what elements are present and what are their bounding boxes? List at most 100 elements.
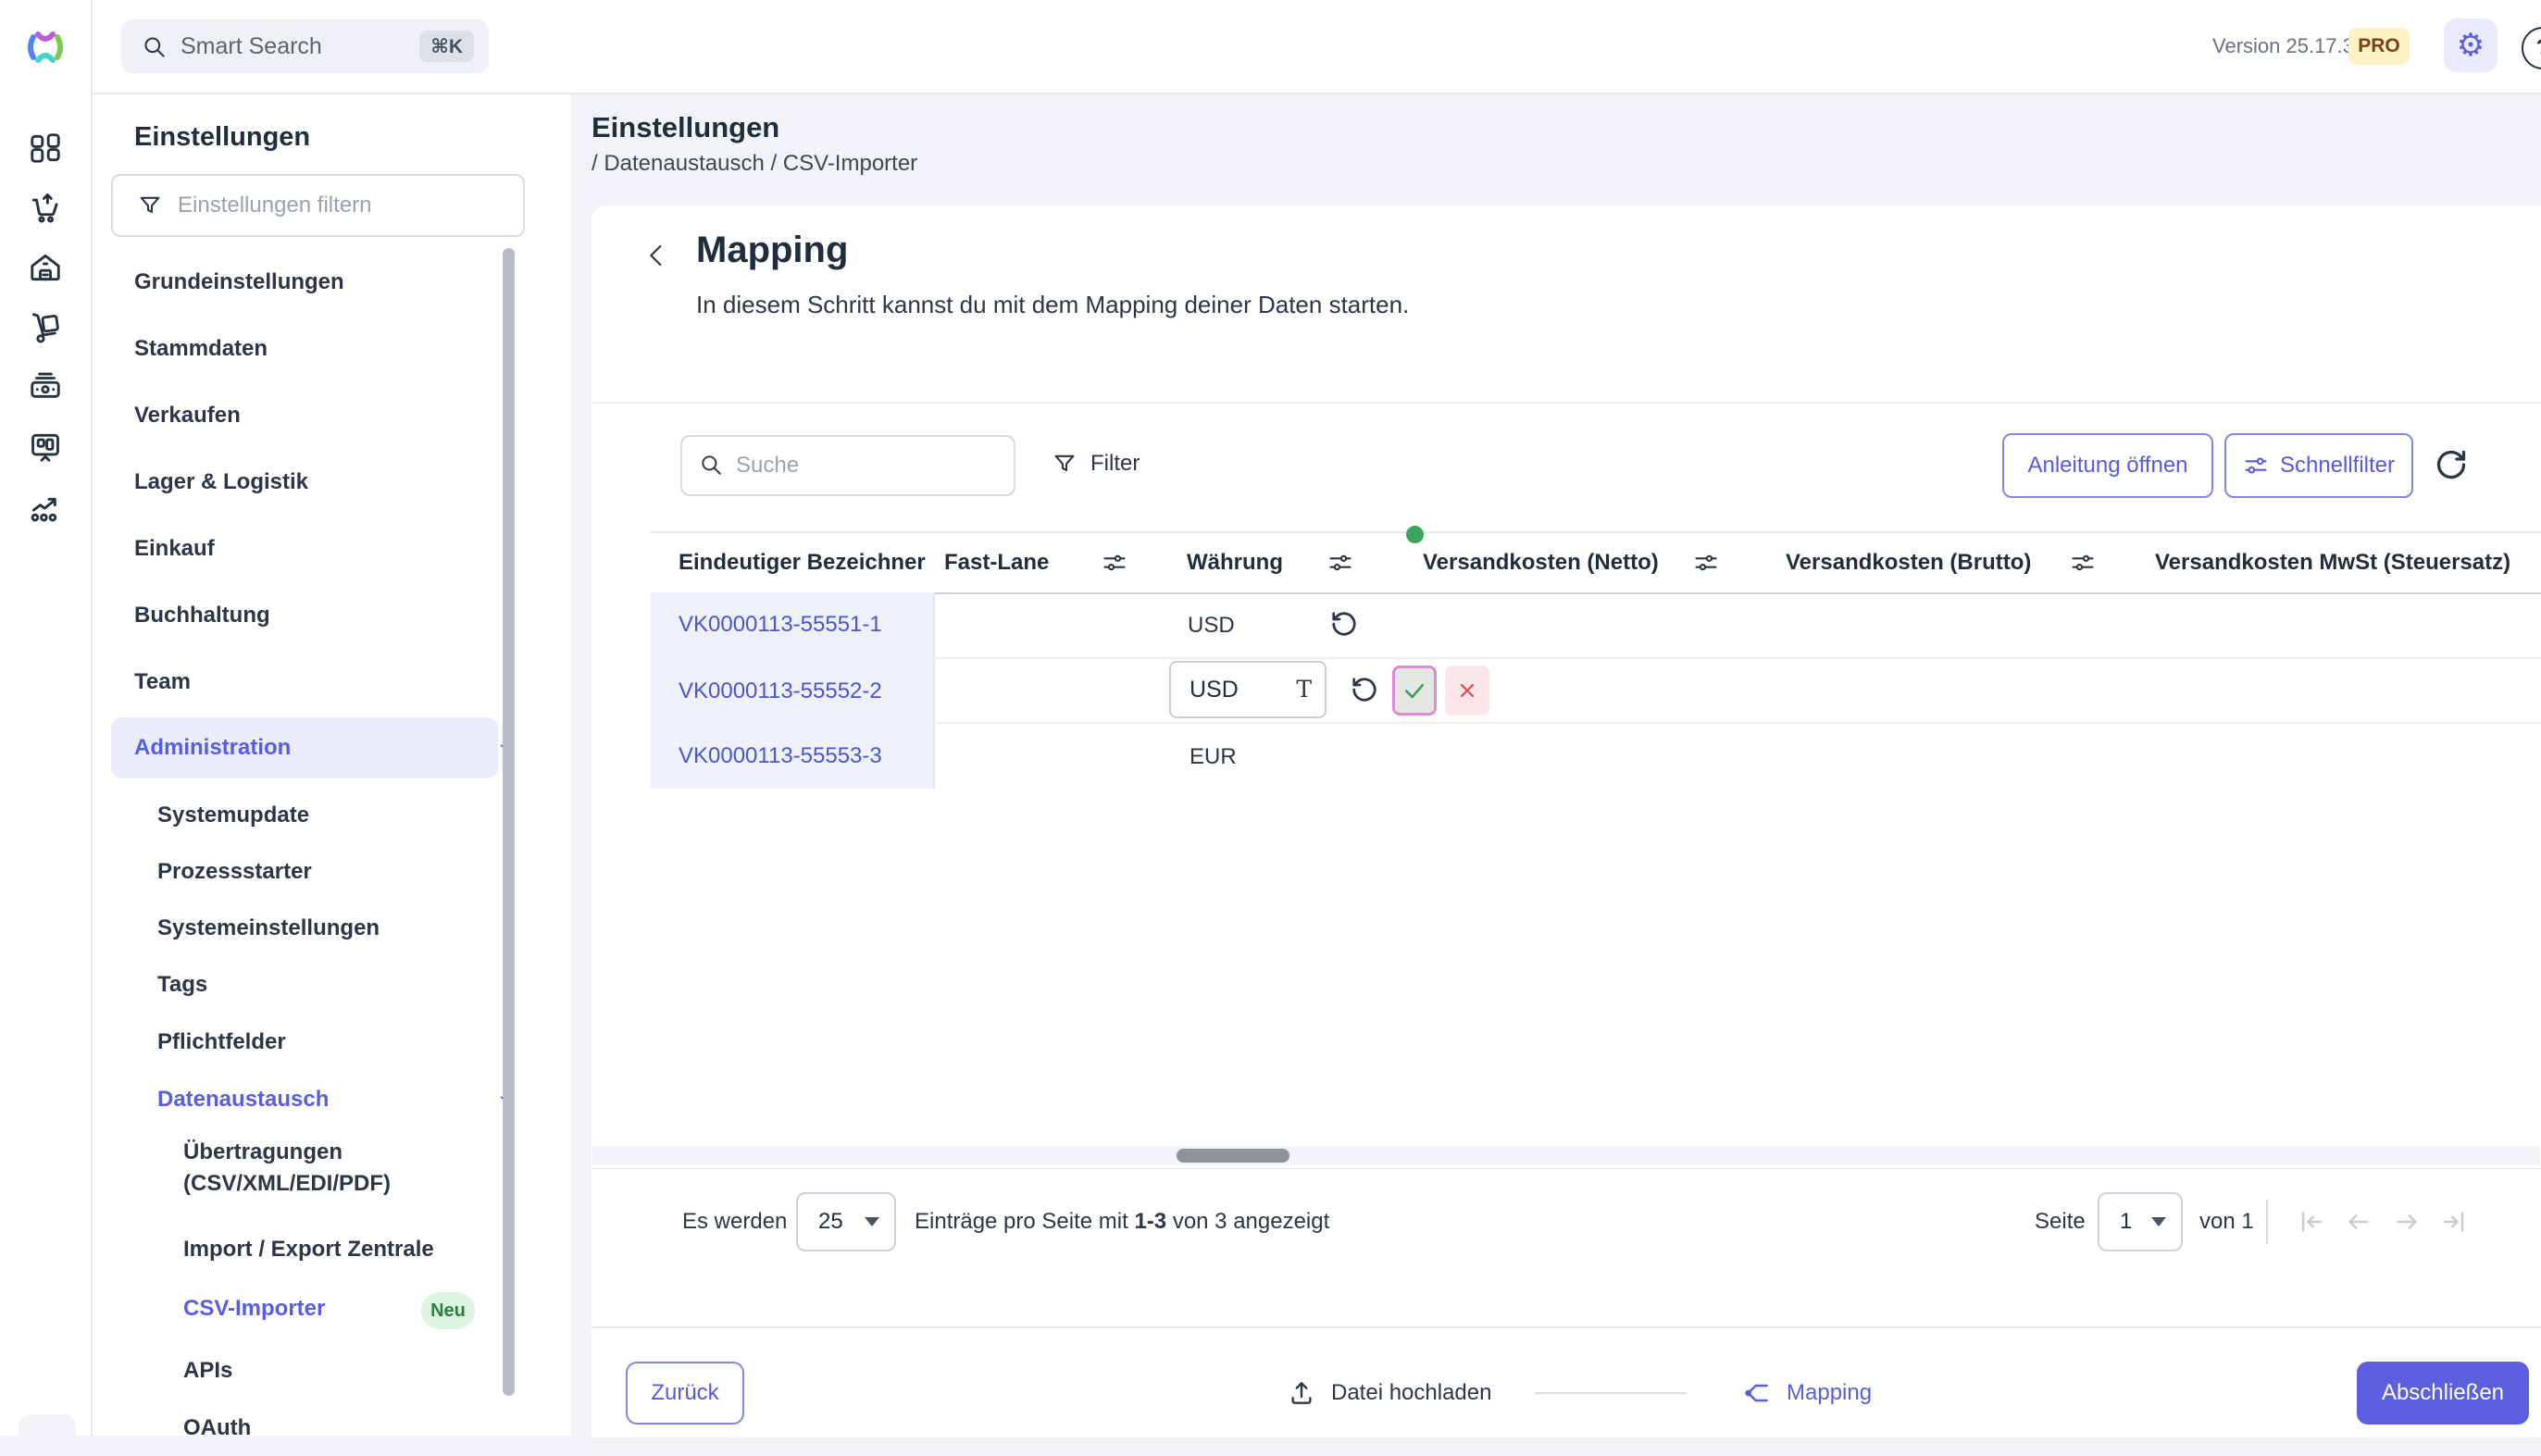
settings-gear-button[interactable]: ⚙ — [2444, 19, 2497, 72]
sidebar-item-team[interactable]: Team — [134, 654, 560, 710]
topbar: ⌘K Version 25.17.3 PRO ⚙ ? — [0, 0, 2541, 94]
currency-edit-field[interactable]: T — [1169, 661, 1327, 718]
page-title: Einstellungen — [592, 111, 779, 144]
column-header-shipping-vat[interactable]: Versandkosten MwSt (Steuersatz) — [2155, 533, 2510, 592]
version-label: Version 25.17.3 — [2212, 0, 2354, 93]
quickfilter-button[interactable]: Schnellfilter — [2224, 433, 2413, 498]
horizontal-scrollbar-thumb[interactable] — [1177, 1149, 1289, 1163]
horizontal-scrollbar[interactable] — [592, 1146, 2540, 1164]
sidebar-item-administration[interactable]: Administration — [134, 720, 560, 776]
finish-button[interactable]: Abschließen — [2357, 1362, 2529, 1425]
question-icon: ? — [2536, 35, 2541, 61]
sidebar-item-einkauf[interactable]: Einkauf — [134, 521, 560, 577]
back-step-button[interactable]: Zurück — [626, 1362, 744, 1425]
open-guide-button[interactable]: Anleitung öffnen — [2002, 433, 2213, 498]
column-settings-icon[interactable] — [1693, 550, 1719, 576]
sidebar-filter-input[interactable] — [176, 192, 485, 219]
sidebar-item-datenaustausch[interactable]: Datenaustausch — [157, 1072, 583, 1127]
step-mapping[interactable]: Mapping — [1742, 1362, 1872, 1425]
global-search[interactable]: ⌘K — [121, 19, 489, 73]
divider — [2266, 1200, 2268, 1244]
divider — [592, 1168, 2541, 1169]
sidebar-filter[interactable] — [111, 174, 525, 237]
sidebar-item-pflichtfelder[interactable]: Pflichtfelder — [157, 1014, 583, 1070]
currency-value: EUR — [1190, 744, 1237, 770]
table-search[interactable] — [680, 435, 1015, 496]
back-button[interactable] — [642, 241, 672, 270]
sidebar-item-uebertragungen[interactable]: Übertragungen (CSV/XML/EDI/PDF) — [183, 1135, 517, 1200]
table-row-id-link[interactable]: VK0000113-55553-3 — [651, 724, 935, 789]
dashboard-icon[interactable] — [28, 131, 63, 166]
page-select[interactable]: 1 — [2098, 1192, 2183, 1251]
gear-icon: ⚙ — [2457, 27, 2485, 64]
caret-down-icon — [865, 1217, 879, 1226]
table-row-id-link[interactable]: VK0000113-55551-1 — [651, 592, 935, 657]
wizard-footer: Zurück Datei hochladen Mapping Abschließ… — [592, 1326, 2541, 1437]
divider — [592, 402, 2541, 404]
sidebar-item-prozessstarter[interactable]: Prozessstarter — [157, 844, 583, 900]
xentral-logo[interactable] — [24, 26, 67, 68]
column-header-shipping-gross[interactable]: Versandkosten (Brutto) — [1786, 533, 2031, 592]
step-title: Mapping — [696, 230, 848, 271]
page-label: Seite — [2035, 1192, 2086, 1251]
upload-icon — [1287, 1378, 1316, 1408]
column-settings-icon[interactable] — [2070, 550, 2096, 576]
next-page-icon[interactable] — [2392, 1207, 2422, 1237]
trend-up-icon[interactable] — [28, 490, 63, 525]
changes-indicator-dot — [1406, 526, 1424, 543]
search-icon — [142, 34, 167, 59]
kanban-board-icon[interactable] — [28, 429, 63, 465]
banknote-icon[interactable] — [28, 369, 63, 404]
step-upload[interactable]: Datei hochladen — [1287, 1362, 1491, 1425]
sidebar-item-grundeinstellungen[interactable]: Grundeinstellungen — [134, 255, 560, 310]
sidebar-item-stammdaten[interactable]: Stammdaten — [134, 321, 560, 377]
column-header-id[interactable]: Eindeutiger Bezeichner — [679, 533, 926, 592]
sidebar-item-systemupdate[interactable]: Systemupdate — [157, 788, 583, 843]
mapping-card: Mapping In diesem Schritt kannst du mit … — [592, 205, 2541, 1326]
sidebar-item-import-export[interactable]: Import / Export Zentrale — [183, 1222, 517, 1277]
global-search-input[interactable] — [179, 32, 395, 61]
search-icon — [699, 453, 723, 477]
handtruck-icon[interactable] — [28, 310, 63, 345]
sidebar-item-tags[interactable]: Tags — [157, 957, 583, 1013]
bottom-corner-widget[interactable] — [19, 1414, 76, 1451]
sidebar-title: Einstellungen — [134, 122, 310, 153]
currency-edit-input[interactable] — [1188, 676, 1284, 704]
column-header-fastlane[interactable]: Fast-Lane — [944, 533, 1049, 592]
warehouse-icon[interactable] — [28, 250, 63, 285]
sidebar-item-verkaufen[interactable]: Verkaufen — [134, 388, 560, 443]
column-settings-icon[interactable] — [1102, 550, 1127, 576]
sidebar-item-systemeinstellungen[interactable]: Systemeinstellungen — [157, 901, 583, 956]
prev-page-icon[interactable] — [2344, 1207, 2373, 1237]
column-header-currency[interactable]: Währung — [1187, 533, 1283, 592]
breadcrumb[interactable]: / Datenaustausch / CSV-Importer — [592, 151, 917, 177]
sidebar-item-lager-logistik[interactable]: Lager & Logistik — [134, 454, 560, 510]
page-size-select[interactable]: 25 — [796, 1192, 896, 1251]
column-header-shipping-net[interactable]: Versandkosten (Netto) — [1423, 533, 1659, 592]
shortcut-badge: ⌘K — [419, 31, 474, 62]
undo-icon[interactable] — [1330, 610, 1358, 638]
currency-value: USD — [1188, 613, 1235, 639]
help-button[interactable]: ? — [2522, 27, 2541, 69]
table-row-id-link[interactable]: VK0000113-55552-2 — [651, 659, 935, 724]
cart-upload-icon[interactable] — [28, 190, 63, 225]
step-subtitle: In diesem Schritt kannst du mit dem Mapp… — [696, 291, 1409, 319]
table-search-input[interactable] — [734, 452, 988, 479]
sidebar-item-oauth[interactable]: OAuth — [183, 1400, 517, 1456]
settings-sidebar: Einstellungen Grundeinstellungen Stammda… — [93, 94, 571, 1436]
sidebar-item-apis[interactable]: APIs — [183, 1343, 517, 1399]
confirm-button[interactable] — [1392, 666, 1437, 716]
first-page-icon[interactable] — [2296, 1207, 2325, 1237]
mapping-step-icon — [1742, 1378, 1772, 1408]
refresh-icon[interactable] — [2435, 448, 2468, 481]
sidebar-item-buchhaltung[interactable]: Buchhaltung — [134, 588, 560, 643]
sidebar-scrollbar[interactable] — [503, 248, 515, 1396]
undo-icon[interactable] — [1351, 676, 1378, 703]
column-settings-icon[interactable] — [1327, 550, 1353, 576]
cancel-button[interactable] — [1445, 666, 1489, 716]
last-page-icon[interactable] — [2440, 1207, 2470, 1237]
page-of-label: von 1 — [2199, 1192, 2254, 1251]
filter-button[interactable]: Filter — [1052, 435, 1140, 492]
text-type-icon: T — [1296, 676, 1312, 703]
pagination-summary: Einträge pro Seite mit 1-3 von 3 angezei… — [915, 1192, 1329, 1251]
